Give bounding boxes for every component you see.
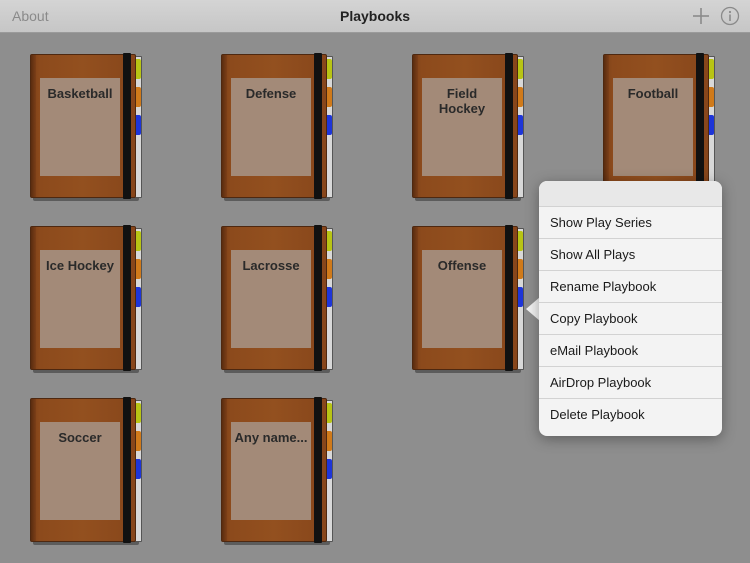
popover-arrow (526, 297, 540, 321)
book-spine (413, 55, 418, 197)
bookmark-tab-orange (518, 259, 523, 279)
book-cover: Football (603, 54, 709, 198)
book-spine (31, 227, 36, 369)
bookmark-tab-orange (518, 87, 523, 107)
book-cover: Ice Hockey (30, 226, 136, 370)
bookmark-tab-blue (518, 115, 523, 135)
book-cover: Offense (412, 226, 518, 370)
playbook-title: Defense (231, 78, 311, 176)
playbook-title: Soccer (40, 422, 120, 520)
bookmark-tab-yellow (327, 231, 332, 251)
playbook-title: Any name... (231, 422, 311, 520)
menu-item[interactable]: Delete Playbook (539, 398, 722, 430)
bookmark-tab-yellow (709, 59, 714, 79)
playbook-item[interactable]: Ice Hockey (30, 225, 142, 373)
playbook-item[interactable]: Football (603, 53, 715, 201)
menu-item[interactable]: Copy Playbook (539, 302, 722, 334)
book-strap (123, 225, 131, 371)
playbook-item[interactable]: Soccer (30, 397, 142, 545)
bookmark-tab-blue (136, 459, 141, 479)
book-spine (222, 399, 227, 541)
bookmark-tab-orange (327, 431, 332, 451)
book-strap (505, 53, 513, 199)
book-cover: Field Hockey (412, 54, 518, 198)
book-spine (31, 55, 36, 197)
book-cover: Lacrosse (221, 226, 327, 370)
menu-item[interactable]: Show Play Series (539, 206, 722, 238)
popover-header (539, 181, 722, 206)
book-spine (413, 227, 418, 369)
book-strap (314, 397, 322, 543)
plus-icon[interactable] (692, 7, 710, 25)
info-icon[interactable] (720, 6, 740, 26)
book-spine (222, 227, 227, 369)
book-cover: Defense (221, 54, 327, 198)
book-cover: Soccer (30, 398, 136, 542)
bookmark-tab-yellow (518, 231, 523, 251)
bookmark-tab-orange (709, 87, 714, 107)
bookmark-tab-blue (136, 115, 141, 135)
book-cover: Any name... (221, 398, 327, 542)
bookmark-tab-yellow (136, 59, 141, 79)
bookmark-tab-yellow (136, 231, 141, 251)
playbook-title: Lacrosse (231, 250, 311, 348)
book-strap (696, 53, 704, 199)
book-spine (222, 55, 227, 197)
playbook-title: Ice Hockey (40, 250, 120, 348)
bookmark-tab-orange (327, 259, 332, 279)
menu-item[interactable]: AirDrop Playbook (539, 366, 722, 398)
playbook-action-menu: Show Play Series Show All Plays Rename Pla… (539, 181, 722, 436)
bookmark-tab-blue (709, 115, 714, 135)
bookmark-tab-blue (518, 287, 523, 307)
playbook-item[interactable]: Offense (412, 225, 524, 373)
bookmark-tab-yellow (136, 403, 141, 423)
bookmark-tab-blue (327, 459, 332, 479)
book-spine (604, 55, 609, 197)
book-strap (314, 53, 322, 199)
bookmark-tab-yellow (327, 59, 332, 79)
menu-item[interactable]: Rename Playbook (539, 270, 722, 302)
bookmark-tab-blue (327, 115, 332, 135)
page-title: Playbooks (339, 8, 411, 24)
bookmark-tab-orange (136, 431, 141, 451)
playbook-item[interactable]: Basketball (30, 53, 142, 201)
navigation-bar: About Playbooks (0, 0, 750, 33)
bookmark-tab-orange (327, 87, 332, 107)
book-strap (123, 53, 131, 199)
book-strap (314, 225, 322, 371)
book-strap (123, 397, 131, 543)
bookmark-tab-orange (136, 87, 141, 107)
bookmark-tab-yellow (518, 59, 523, 79)
bookmark-tab-blue (327, 287, 332, 307)
playbook-item[interactable]: Any name... (221, 397, 333, 545)
playbook-item[interactable]: Lacrosse (221, 225, 333, 373)
playbook-title: Football (613, 78, 693, 176)
book-spine (31, 399, 36, 541)
playbook-title: Offense (422, 250, 502, 348)
menu-item[interactable]: eMail Playbook (539, 334, 722, 366)
playbook-item[interactable]: Defense (221, 53, 333, 201)
book-cover: Basketball (30, 54, 136, 198)
playbook-title: Basketball (40, 78, 120, 176)
playbook-item[interactable]: Field Hockey (412, 53, 524, 201)
bookmark-tab-blue (136, 287, 141, 307)
bookmark-tab-orange (136, 259, 141, 279)
book-strap (505, 225, 513, 371)
bookmark-tab-yellow (327, 403, 332, 423)
playbook-title: Field Hockey (422, 78, 502, 176)
menu-item[interactable]: Show All Plays (539, 238, 722, 270)
